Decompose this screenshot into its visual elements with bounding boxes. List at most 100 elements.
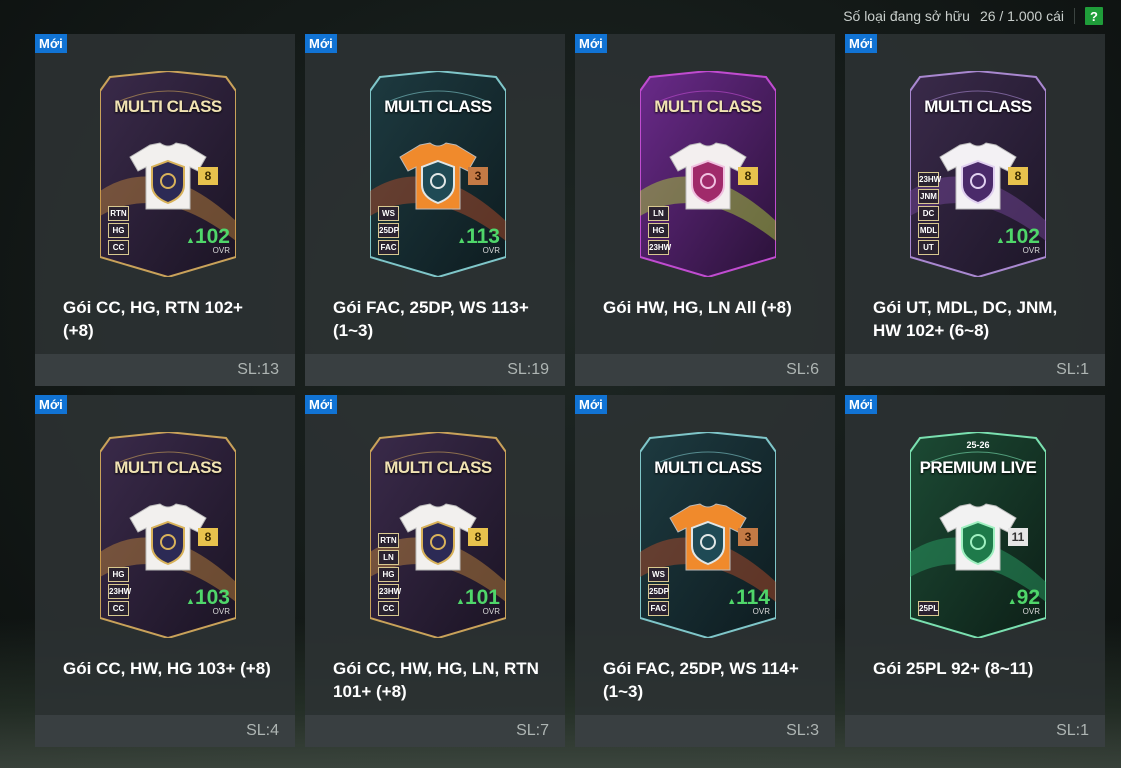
jersey-icon [938, 141, 1018, 211]
season-tags: 25PL [918, 601, 939, 616]
card-class-title: MULTI CLASS [924, 97, 1032, 116]
pack-card[interactable]: Mới MULTI CLASS 8 HG 23HW CC ▲103 OVR Gói CC, H… [35, 395, 295, 747]
ovr-label: OVR [752, 607, 770, 616]
pack-card-art: 25-26 PREMIUM LIVE 11 25PL ▲92 OVR [910, 432, 1046, 638]
up-arrow-icon: ▲ [457, 235, 467, 245]
ovr-label: OVR [482, 246, 500, 255]
jersey-icon [128, 141, 208, 211]
up-arrow-icon: ▲ [727, 596, 737, 606]
season-tag: 23HW [108, 584, 131, 599]
pack-card-art: MULTI CLASS 8 23HW JNM DC MDL UT ▲102 OVR [910, 71, 1046, 277]
season-tag: UT [918, 240, 939, 255]
card-class-title: PREMIUM LIVE [919, 458, 1037, 477]
card-class-title: MULTI CLASS [114, 458, 222, 477]
card-class-title: MULTI CLASS [384, 97, 492, 116]
up-arrow-icon: ▲ [1007, 596, 1017, 606]
season-tag: MDL [918, 223, 939, 238]
pack-quantity: SL:19 [305, 354, 565, 386]
card-class-title: MULTI CLASS [654, 97, 762, 116]
pack-card[interactable]: Mới 25-26 PREMIUM LIVE 11 25PL ▲92 OVR Gói 25P… [845, 395, 1105, 747]
card-season: 25-26 [966, 440, 990, 450]
ovr-value: 114 [736, 586, 770, 609]
new-badge: Mới [845, 395, 877, 414]
up-arrow-icon: ▲ [186, 235, 195, 245]
ovr-label: OVR [212, 607, 230, 616]
level-badge: 8 [738, 167, 758, 185]
season-tags: LN HG 23HW [648, 206, 671, 255]
season-tag: LN [378, 550, 399, 565]
card-class-title: MULTI CLASS [654, 458, 762, 477]
pack-card[interactable]: Mới MULTI CLASS 8 RTN LN HG 23HW CC ▲101 OVR Gói … [305, 395, 565, 747]
card-class-title: MULTI CLASS [114, 97, 222, 116]
pack-card[interactable]: Mới MULTI CLASS 8 RTN HG CC ▲102 OVR Gói CC, HG… [35, 34, 295, 386]
help-button[interactable]: ? [1085, 7, 1103, 25]
season-tag: HG [108, 567, 129, 582]
new-badge: Mới [35, 395, 67, 414]
pack-card[interactable]: Mới MULTI CLASS 8 LN HG 23HW Gói HW, HG, LN A… [575, 34, 835, 386]
ovr-value: 103 [194, 586, 230, 609]
level-badge: 8 [468, 528, 488, 546]
pack-name: Gói FAC, 25DP, WS 114+ (1~3) [603, 659, 799, 701]
jersey-icon [398, 141, 478, 211]
pack-card[interactable]: Mới MULTI CLASS 3 WS 25DP FAC ▲114 OVR Gói FAC,… [575, 395, 835, 747]
pack-name: Gói CC, HW, HG, LN, RTN 101+ (+8) [333, 659, 539, 701]
new-badge: Mới [575, 34, 607, 53]
pack-name: Gói 25PL 92+ (8~11) [873, 659, 1034, 678]
season-tag: 23HW [918, 172, 941, 187]
ovr-rating: ▲102 OVR [186, 226, 230, 255]
season-tag: RTN [108, 206, 129, 221]
season-tag: FAC [648, 601, 669, 616]
season-tags: WS 25DP FAC [648, 567, 669, 616]
season-tag: WS [648, 567, 669, 582]
season-tags: RTN HG CC [108, 206, 129, 255]
pack-quantity: SL:13 [35, 354, 295, 386]
pack-name: Gói CC, HW, HG 103+ (+8) [63, 659, 271, 678]
level-badge: 11 [1008, 528, 1028, 546]
season-tags: WS 25DP FAC [378, 206, 399, 255]
season-tag: HG [108, 223, 129, 238]
owned-label: Số loại đang sở hữu [843, 8, 970, 24]
season-tags: HG 23HW CC [108, 567, 131, 616]
pack-name: Gói FAC, 25DP, WS 113+ (1~3) [333, 298, 529, 340]
season-tag: 25DP [648, 584, 669, 599]
season-tag: LN [648, 206, 669, 221]
ovr-rating: ▲114 OVR [727, 587, 770, 616]
ovr-value: 102 [1004, 225, 1040, 248]
pack-card[interactable]: Mới MULTI CLASS 3 WS 25DP FAC ▲113 OVR Gói FAC,… [305, 34, 565, 386]
season-tag: 23HW [378, 584, 401, 599]
new-badge: Mới [845, 34, 877, 53]
pack-quantity: SL:6 [575, 354, 835, 386]
owned-count: 26 / 1.000 cái [979, 8, 1064, 24]
jersey-icon [668, 141, 748, 211]
inventory-counter: Số loại đang sở hữu 26 / 1.000 cái ? [843, 5, 1103, 27]
ovr-value: 92 [1016, 586, 1040, 609]
ovr-value: 102 [194, 225, 230, 248]
season-tag: WS [378, 206, 399, 221]
ovr-label: OVR [1022, 607, 1040, 616]
ovr-label: OVR [212, 246, 230, 255]
pack-quantity: SL:1 [845, 715, 1105, 747]
season-tag: FAC [378, 240, 399, 255]
level-badge: 8 [198, 528, 218, 546]
ovr-rating: ▲101 OVR [456, 587, 500, 616]
pack-card[interactable]: Mới MULTI CLASS 8 23HW JNM DC MDL UT ▲102 OVR Gói… [845, 34, 1105, 386]
level-badge: 8 [198, 167, 218, 185]
season-tag: 23HW [648, 240, 671, 255]
level-badge: 3 [738, 528, 758, 546]
ovr-label: OVR [482, 607, 500, 616]
pack-quantity: SL:4 [35, 715, 295, 747]
jersey-icon [668, 502, 748, 572]
level-badge: 3 [468, 167, 488, 185]
pack-name: Gói UT, MDL, DC, JNM, HW 102+ (6~8) [873, 298, 1058, 340]
ovr-rating: ▲113 OVR [457, 226, 500, 255]
up-arrow-icon: ▲ [186, 596, 195, 606]
new-badge: Mới [35, 34, 67, 53]
new-badge: Mới [575, 395, 607, 414]
jersey-icon [398, 502, 478, 572]
season-tag: 25DP [378, 223, 399, 238]
season-tag: CC [108, 240, 129, 255]
pack-quantity: SL:3 [575, 715, 835, 747]
ovr-label: OVR [1022, 246, 1040, 255]
season-tags: RTN LN HG 23HW CC [378, 533, 401, 616]
pack-card-art: MULTI CLASS 8 RTN HG CC ▲102 OVR [100, 71, 236, 277]
